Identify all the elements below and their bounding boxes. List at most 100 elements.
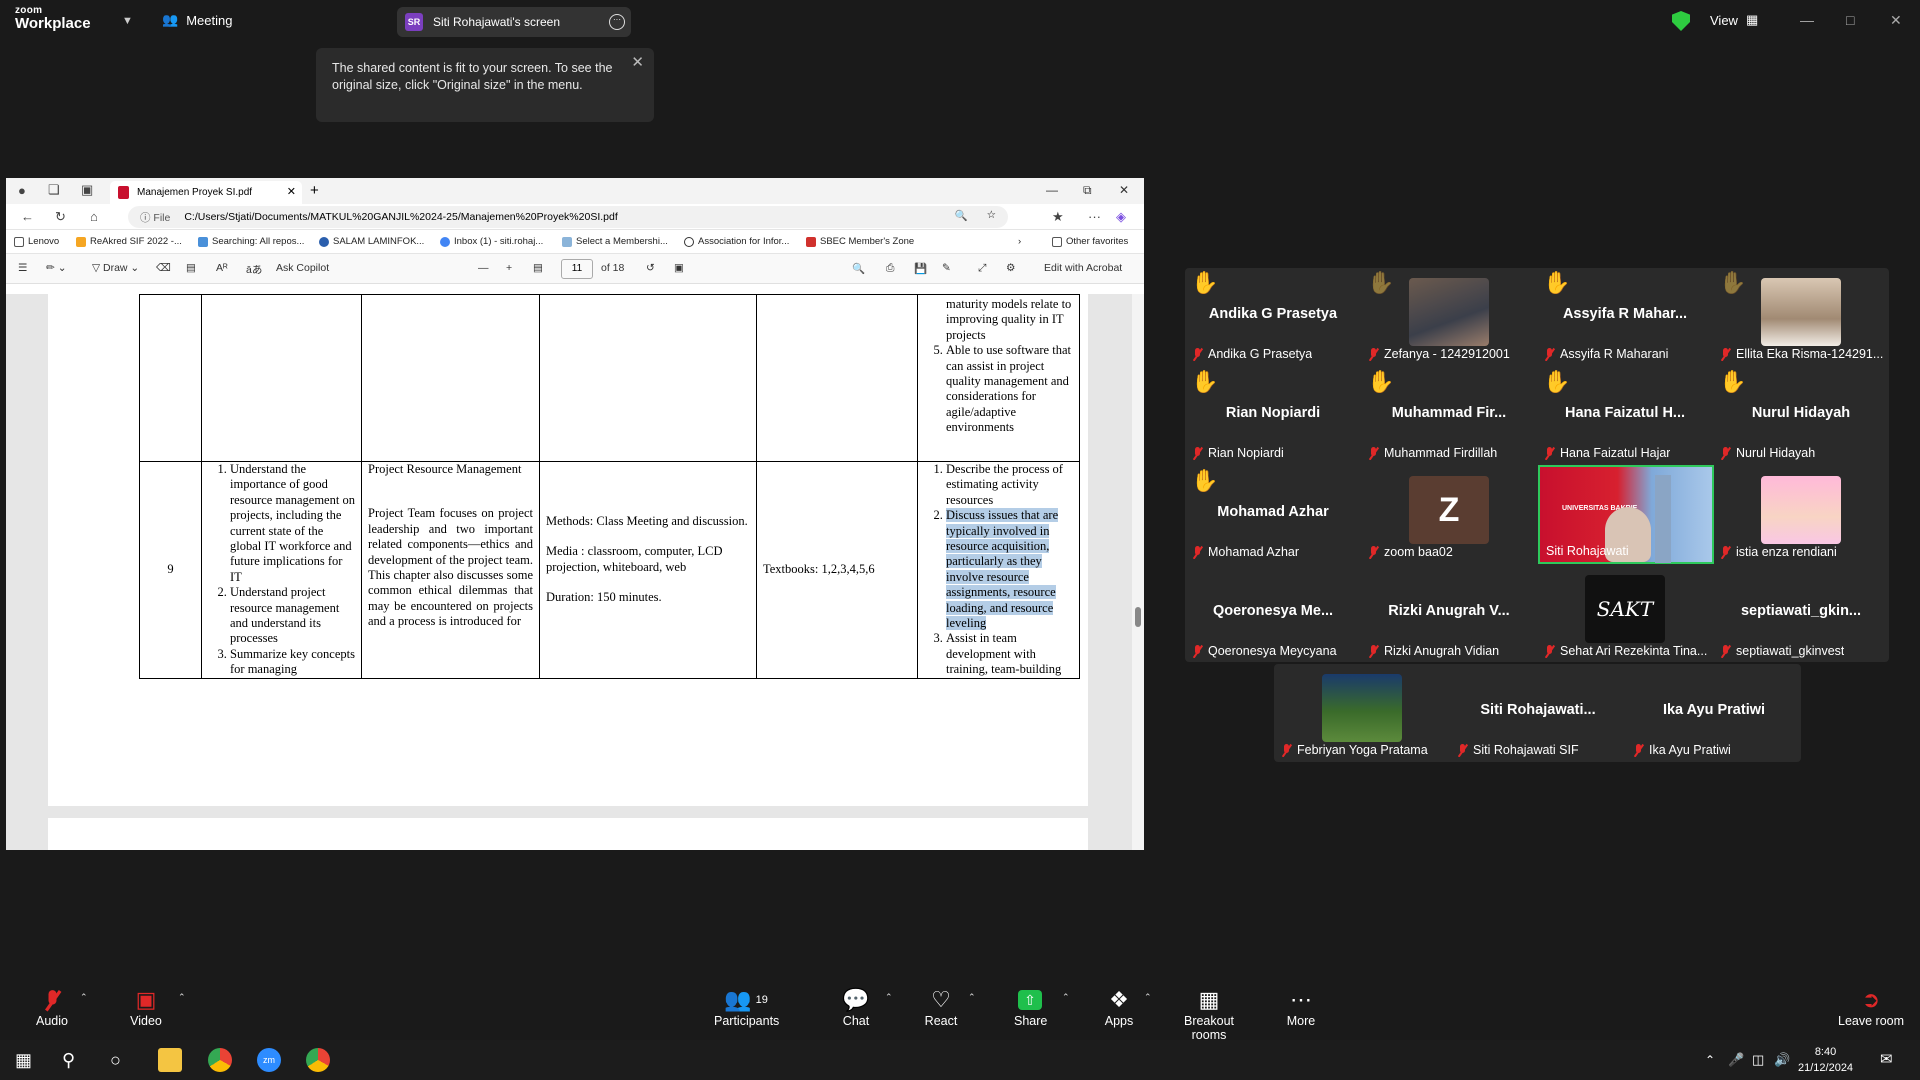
participant-tile[interactable]: istia enza rendiani	[1713, 466, 1889, 565]
fav-sbec[interactable]: SBEC Member's Zone	[806, 236, 914, 247]
participant-tile[interactable]: ✋ Muhammad Fir... Muhammad Firdillah	[1361, 367, 1537, 466]
highlight-icon[interactable]: ✏ ⌄	[46, 262, 67, 274]
save-icon[interactable]: 💾	[914, 262, 927, 275]
chevron-down-icon[interactable]: ▼	[122, 15, 133, 27]
close-icon[interactable]: ✕	[1890, 12, 1902, 29]
tab-pdf[interactable]: Manajemen Proyek SI.pdf ✕	[110, 181, 302, 204]
share-button[interactable]: ⇧ Share ⌃	[1014, 986, 1070, 1028]
back-icon[interactable]: ←	[21, 209, 34, 224]
apps-options-icon[interactable]: ⌃	[1144, 992, 1152, 1003]
browser-minimize-icon[interactable]: —	[1046, 183, 1058, 197]
windows-start-icon[interactable]: ▦	[15, 1050, 32, 1071]
screen-share-indicator[interactable]: SR Siti Rohajawati's screen ···	[397, 7, 631, 37]
participant-tile[interactable]: Ika Ayu Pratiwi Ika Ayu Pratiwi	[1626, 664, 1802, 763]
fit-page-icon[interactable]: ▤	[533, 262, 543, 274]
chrome-icon[interactable]	[306, 1048, 330, 1072]
close-tab-icon[interactable]: ✕	[287, 185, 296, 198]
zoom-page-icon[interactable]: 🔍	[955, 209, 968, 222]
ask-copilot-button[interactable]: Ask Copilot	[276, 262, 329, 274]
participant-tile[interactable]: ✋ Ellita Eka Risma-124291...	[1713, 268, 1889, 367]
participant-tile[interactable]: ✋ Assyifa R Mahar... Assyifa R Maharani	[1537, 268, 1713, 367]
share-options-icon[interactable]: ⌃	[1062, 992, 1070, 1003]
browser-restore-icon[interactable]: ⧉	[1083, 183, 1092, 198]
video-button[interactable]: ▣ Video ⌃	[128, 986, 185, 1028]
minimize-icon[interactable]: —	[1800, 12, 1814, 28]
microphone-icon[interactable]: 🎤	[1728, 1052, 1744, 1068]
more-button[interactable]: ⋯ More	[1286, 986, 1316, 1028]
contents-icon[interactable]: ☰	[18, 262, 27, 274]
chrome-icon[interactable]	[208, 1048, 232, 1072]
network-icon[interactable]: ◫	[1752, 1052, 1764, 1068]
fav-lenovo[interactable]: Lenovo	[14, 236, 59, 247]
favorite-star-icon[interactable]: ☆	[987, 209, 996, 221]
zoom-out-icon[interactable]: —	[478, 262, 489, 274]
chat-options-icon[interactable]: ⌃	[885, 992, 893, 1003]
copilot-icon[interactable]: ◈	[1116, 209, 1126, 225]
participant-tile[interactable]: ✋ Mohamad Azhar Mohamad Azhar	[1185, 466, 1361, 565]
browser-menu-icon[interactable]: ···	[1088, 209, 1101, 224]
search-icon[interactable]: ⚲	[62, 1050, 75, 1071]
volume-icon[interactable]: 🔊	[1774, 1052, 1790, 1068]
read-aloud-icon[interactable]: Aᴿ	[216, 262, 228, 274]
meeting-info-button[interactable]: 👥 Meeting	[162, 12, 232, 28]
participant-tile[interactable]: ✋ Rian Nopiardi Rian Nopiardi	[1185, 367, 1361, 466]
pdf-scrollbar[interactable]	[1132, 294, 1144, 850]
apps-button[interactable]: ❖ Apps ⌃	[1104, 986, 1152, 1028]
active-speaker-video[interactable]: UNIVERSITAS BAKRIE Siti Rohajawati	[1538, 465, 1714, 564]
browser-close-icon[interactable]: ✕	[1119, 183, 1129, 197]
search-icon[interactable]: 🔍	[852, 262, 865, 275]
fullscreen-icon[interactable]: ⤢	[978, 262, 986, 275]
participant-tile[interactable]: SAKT Sehat Ari Rezekinta Tina...	[1537, 565, 1713, 664]
cortana-icon[interactable]: ○	[110, 1050, 121, 1071]
fav-salam[interactable]: SALAM LAMINFOK...	[319, 236, 424, 247]
address-bar[interactable]: ⓘ File C:/Users/Stjati/Documents/MATKUL%…	[128, 206, 1008, 228]
print-icon[interactable]: ⎙	[886, 262, 894, 275]
participant-tile[interactable]: septiawati_gkin... septiawati_gkinvest	[1713, 565, 1889, 664]
profile-icon[interactable]: ●	[18, 183, 26, 198]
pdf-viewer[interactable]: maturity models relate to improving qual…	[6, 294, 1144, 850]
sign-icon[interactable]: ✎	[942, 262, 951, 274]
participant-tile[interactable]: ✋ Nurul Hidayah Nurul Hidayah	[1713, 367, 1889, 466]
fav-searching[interactable]: Searching: All repos...	[198, 236, 304, 247]
tray-expand-icon[interactable]: ⌃	[1705, 1053, 1715, 1067]
fav-association[interactable]: Association for Infor...	[684, 236, 789, 247]
rotate-icon[interactable]: ↺	[646, 262, 655, 274]
settings-icon[interactable]: ⚙	[1006, 262, 1015, 274]
system-clock[interactable]: 8:40 21/12/2024	[1798, 1044, 1853, 1076]
participant-tile[interactable]: Siti Rohajawati... Siti Rohajawati SIF	[1450, 664, 1626, 763]
zoom-workplace-logo[interactable]: zoom Workplace	[15, 6, 91, 32]
home-icon[interactable]: ⌂	[90, 209, 98, 224]
view-button[interactable]: View ▦	[1710, 12, 1758, 28]
file-explorer-icon[interactable]	[158, 1048, 182, 1072]
fav-reakred[interactable]: ReAkred SIF 2022 -...	[76, 236, 182, 247]
chevron-right-icon[interactable]: ›	[1018, 236, 1021, 247]
audio-button[interactable]: Audio ⌃	[34, 986, 88, 1028]
participant-tile[interactable]: Z zoom baa02	[1361, 466, 1537, 565]
react-options-icon[interactable]: ⌃	[968, 992, 976, 1003]
fav-other[interactable]: Other favorites	[1052, 236, 1128, 247]
workspaces-icon[interactable]: ❏	[48, 182, 60, 198]
edit-with-acrobat-button[interactable]: Edit with Acrobat	[1044, 262, 1122, 274]
notifications-icon[interactable]: ✉	[1880, 1050, 1893, 1068]
page-view-icon[interactable]: ▣	[674, 262, 684, 274]
chat-button[interactable]: 💬 Chat ⌃	[840, 986, 892, 1028]
react-button[interactable]: ♡ React ⌃	[924, 986, 976, 1028]
tab-actions-icon[interactable]: ▣	[81, 182, 93, 198]
fav-membership[interactable]: Select a Membershi...	[562, 236, 668, 247]
participant-tile[interactable]: Qoeronesya Me... Qoeronesya Meycyana	[1185, 565, 1361, 664]
breakout-rooms-button[interactable]: ▦ Breakout rooms	[1166, 986, 1252, 1042]
participant-tile[interactable]: ✋ Andika G Prasetya Andika G Prasetya	[1185, 268, 1361, 367]
favorites-icon[interactable]: ★	[1052, 209, 1064, 225]
zoom-app-icon[interactable]: zm	[257, 1048, 281, 1072]
leave-room-button[interactable]: ➲ Leave room	[1838, 986, 1904, 1028]
eraser-icon[interactable]: ⌫	[156, 262, 171, 274]
draw-button[interactable]: ▽ Draw ⌄	[92, 262, 139, 274]
audio-options-icon[interactable]: ⌃	[80, 992, 88, 1003]
maximize-icon[interactable]: □	[1846, 12, 1854, 28]
participant-tile[interactable]: ✋ Hana Faizatul H... Hana Faizatul Hajar	[1537, 367, 1713, 466]
encryption-shield-icon[interactable]	[1672, 11, 1690, 31]
close-tooltip-icon[interactable]: ✕	[631, 54, 644, 71]
page-number-input[interactable]: 11	[561, 259, 593, 279]
scrollbar-thumb[interactable]	[1135, 607, 1141, 627]
participant-tile[interactable]: Rizki Anugrah V... Rizki Anugrah Vidian	[1361, 565, 1537, 664]
